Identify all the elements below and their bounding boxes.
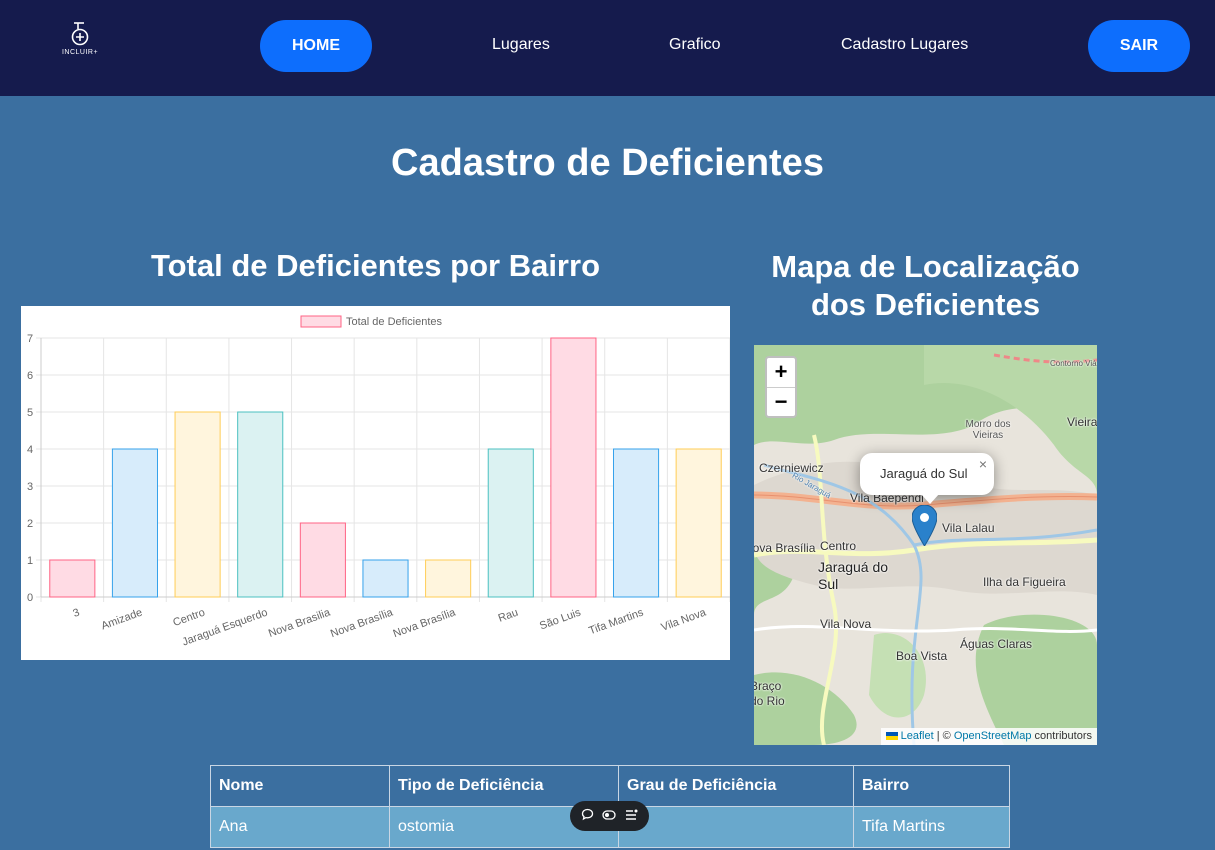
- bar-9: [612, 448, 660, 598]
- map-title: Mapa de Localização dos Deficientes: [754, 248, 1097, 324]
- nav-link-cadastro-lugares[interactable]: Cadastro Lugares: [841, 36, 968, 54]
- map-label-vila-nova: Vila Nova: [820, 617, 872, 631]
- map-marker-icon[interactable]: [911, 504, 938, 551]
- nav-link-lugares[interactable]: Lugares: [492, 36, 550, 54]
- comment-icon[interactable]: [581, 808, 594, 824]
- logo[interactable]: INCLUIR+: [58, 20, 102, 64]
- y-tick-label: 6: [27, 370, 33, 382]
- menu-icon[interactable]: [625, 809, 638, 824]
- y-tick-label: 2: [27, 518, 33, 530]
- chart-title: Total de Deficientes por Bairro: [150, 248, 600, 283]
- x-tick-label: 3: [71, 607, 81, 620]
- osm-link[interactable]: OpenStreetMap: [954, 730, 1032, 742]
- y-tick-label: 0: [27, 592, 33, 604]
- map-label-morro-dos-vieiras: Morro dos Vieiras: [965, 419, 1011, 441]
- cell-nome: Ana: [210, 806, 390, 848]
- map-label-aguas-claras: Águas Claras: [960, 637, 1033, 651]
- y-tick-label: 1: [27, 555, 33, 567]
- toggle-icon[interactable]: [602, 809, 617, 824]
- y-tick-label: 7: [27, 333, 33, 345]
- bar-4: [299, 522, 346, 598]
- map-popup-text: Jaraguá do Sul: [880, 466, 968, 481]
- ukraine-flag-icon: [885, 732, 898, 741]
- x-tick-label: Rau: [497, 607, 520, 625]
- bar-0: [49, 559, 96, 598]
- map-attribution: Leaflet | © OpenStreetMap contributors: [880, 728, 1097, 745]
- x-tick-label: Centro: [171, 607, 206, 630]
- popup-tip: [920, 493, 940, 504]
- zoom-out-button[interactable]: −: [767, 387, 795, 416]
- x-tick-label: Amizade: [100, 607, 144, 633]
- x-tick-label: Vila Nova: [660, 606, 709, 634]
- map-label-vieira: Vieira: [1067, 415, 1097, 429]
- x-tick-label: Nova Brasília: [329, 606, 395, 640]
- leaflet-link[interactable]: Leaflet: [901, 730, 934, 742]
- y-tick-label: 5: [27, 407, 33, 419]
- bar-10: [675, 448, 722, 598]
- cell-bairro: Tifa Martins: [853, 806, 1010, 848]
- column-header-grau: Grau de Deficiência: [618, 765, 854, 807]
- zoom-in-button[interactable]: +: [767, 358, 795, 387]
- popup-close-button[interactable]: ×: [979, 456, 987, 472]
- map-label-ilha-da-figueira: Ilha da Figueira: [983, 575, 1066, 589]
- y-tick-label: 4: [27, 444, 33, 456]
- x-tick-label: Nova Brasília: [392, 606, 458, 640]
- logout-button[interactable]: SAIR: [1088, 20, 1190, 72]
- cell-grau: [618, 806, 854, 848]
- top-navbar: INCLUIR+ HOME Lugares Grafico Cadastro L…: [0, 0, 1215, 96]
- logo-icon: [71, 22, 89, 46]
- map-label-centro: Centro: [820, 539, 857, 553]
- bar-3: [237, 411, 284, 598]
- map-label-nova-brasilia: Nova Brasília: [754, 541, 816, 555]
- x-tick-label: Nova Brasilia: [267, 606, 333, 640]
- location-map[interactable]: Czerniewicz Vila Baependi Morro dos Viei…: [754, 345, 1097, 745]
- home-button[interactable]: HOME: [260, 20, 372, 72]
- map-popup: Jaraguá do Sul ×: [860, 453, 994, 504]
- floating-toolbar: [570, 801, 649, 831]
- map-label-boa-vista: Boa Vista: [896, 649, 948, 663]
- bar-8: [550, 337, 597, 598]
- map-label-contorno: Contorno Viá: [1050, 359, 1097, 368]
- map-label-jaragua-do-sul: Jaraguá do Sul: [818, 559, 889, 592]
- map-zoom-control: + −: [765, 356, 797, 418]
- map-label-braco-do-rio: Braço do Rio: [754, 679, 785, 708]
- bar-1: [111, 448, 159, 598]
- map-label-vila-lalau: Vila Lalau: [942, 521, 995, 535]
- map-title-line1: Mapa de Localização: [771, 249, 1080, 284]
- bar-5: [362, 559, 409, 598]
- bar-chart: 0 1 2 3 4 5 6 7 3 Amizade Centro Jaraguá Esquerdo No…: [21, 306, 730, 660]
- logo-text: INCLUIR+: [61, 49, 99, 56]
- column-header-bairro: Bairro: [853, 765, 1010, 807]
- y-tick-label: 3: [27, 481, 33, 493]
- x-tick-label: São Luis: [538, 606, 583, 632]
- nav-link-grafico[interactable]: Grafico: [669, 36, 721, 54]
- x-tick-label: Tifa Martins: [587, 606, 645, 637]
- bar-2: [174, 411, 221, 598]
- bar-6: [425, 559, 472, 598]
- column-header-nome: Nome: [210, 765, 390, 807]
- attribution-separator: | ©: [933, 730, 954, 742]
- map-label-czerniewicz: Czerniewicz: [759, 461, 824, 475]
- bar-7: [487, 448, 534, 598]
- bar-chart-svg: 012345673 Amizade CentroJaraguá EsquerdoNo…: [27, 315, 730, 649]
- attribution-suffix: contributors: [1031, 730, 1092, 742]
- map-title-line2: dos Deficientes: [810, 287, 1041, 322]
- legend-label: Total de Deficientes: [346, 316, 442, 328]
- legend-swatch: [300, 315, 342, 328]
- page-title: Cadastro de Deficientes: [391, 142, 824, 184]
